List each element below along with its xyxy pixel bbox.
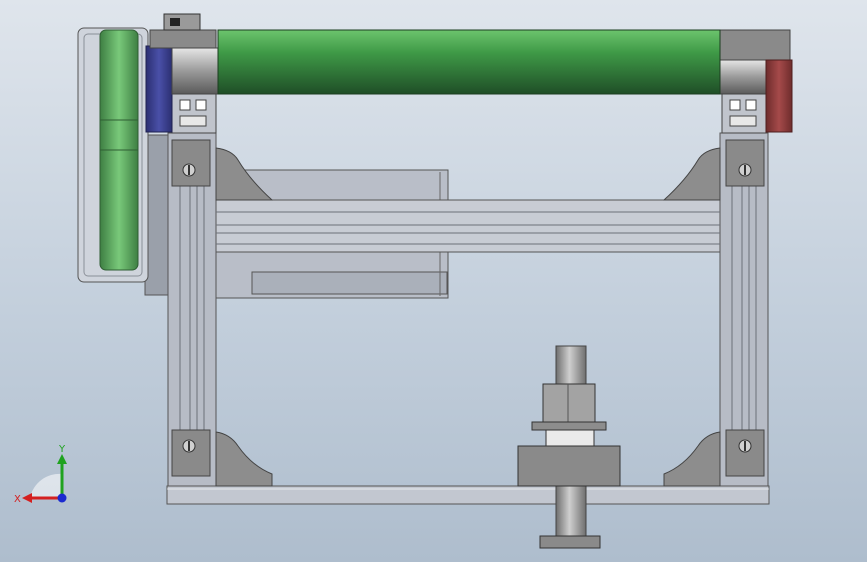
fastener-block-top-right <box>725 139 765 187</box>
x-axis-arrowhead <box>22 493 32 503</box>
y-axis-arrowhead <box>57 454 67 464</box>
horizontal-cross-beam <box>215 199 721 253</box>
z-axis-dot <box>57 493 67 503</box>
y-axis-label: Y <box>58 444 66 455</box>
drive-belt <box>99 29 139 271</box>
fastener-block-bottom-left <box>171 429 211 477</box>
end-cap-left <box>145 45 173 133</box>
corner-bracket-bottom-right <box>663 431 721 487</box>
extrusion-profile-right <box>721 92 767 134</box>
z-axis-shadow <box>30 473 62 498</box>
hex-nut <box>542 383 596 425</box>
axis-triad: Y X <box>14 444 67 505</box>
corner-bracket-top-right <box>662 147 721 201</box>
foot-block <box>517 445 621 487</box>
end-cap-right <box>765 59 793 133</box>
base-plate <box>166 485 770 505</box>
corner-bracket-bottom-left <box>215 431 273 487</box>
cad-viewport[interactable] <box>0 0 867 562</box>
extrusion-profile-left <box>171 92 217 134</box>
drive-roller <box>217 29 721 95</box>
x-axis-label: X <box>14 494 21 505</box>
sensor-connector <box>163 13 201 31</box>
fastener-block-bottom-right <box>725 429 765 477</box>
fastener-block-top-left <box>171 139 211 187</box>
washer <box>531 421 607 447</box>
foot-pad <box>539 535 601 549</box>
